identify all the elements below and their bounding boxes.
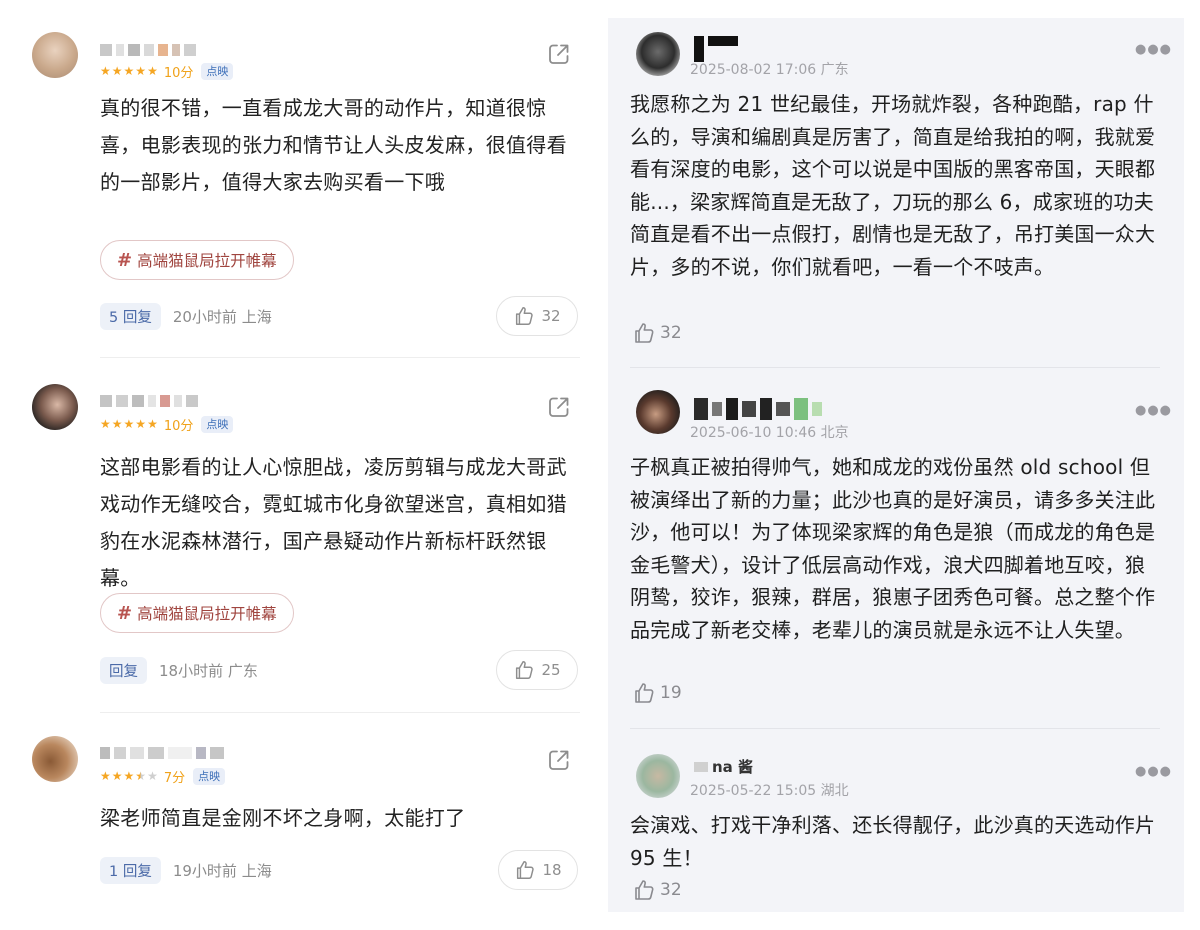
share-icon[interactable] — [546, 41, 572, 67]
star-icon: ★ — [135, 417, 147, 431]
star-icon: ★ — [147, 417, 158, 431]
divider — [630, 728, 1160, 729]
comment-footer: 回复 18小时前 广东 25 — [100, 650, 580, 690]
time-location: 19小时前 上海 — [172, 861, 272, 880]
star-icon: ★ — [123, 64, 135, 78]
like-button[interactable]: 19 — [632, 681, 682, 705]
thumbs-up-icon — [635, 323, 654, 343]
hash-icon: # — [117, 249, 133, 271]
topic-label: 高端猫鼠局拉开帷幕 — [137, 252, 277, 270]
like-count: 19 — [660, 683, 682, 703]
comment-text: 子枫真正被拍得帅气，她和成龙的戏份虽然 old school 但被演绎出了新的力… — [630, 455, 1156, 642]
screening-tag: 点映 — [201, 62, 234, 80]
star-icon: ★ — [111, 769, 123, 783]
star-empty-icon: ★ — [147, 769, 158, 783]
divider — [630, 367, 1160, 368]
replies-button[interactable]: 1 回复 — [100, 856, 161, 884]
star-rating: ★ ★ ★ ★ ★ — [100, 769, 158, 783]
more-dots-icon[interactable]: ●●● — [1135, 764, 1172, 779]
avatar[interactable] — [636, 32, 680, 76]
avatar[interactable] — [636, 390, 680, 434]
post-date: 2025-06-10 10:46 北京 — [690, 425, 849, 441]
like-count: 32 — [660, 323, 682, 343]
comment-text: 梁老师简直是金刚不坏之身啊，太能打了 — [100, 806, 466, 830]
username-blurred[interactable] — [100, 394, 198, 408]
thumbs-up-icon — [516, 661, 534, 679]
score: 10分 — [163, 65, 194, 81]
like-button[interactable]: 18 — [498, 850, 578, 890]
post-date: 2025-08-02 17:06 广东 — [690, 62, 849, 78]
comment-footer: 1 回复 19小时前 上海 18 — [100, 850, 580, 890]
comment-footer: 5 回复 20小时前 上海 32 — [100, 296, 580, 336]
more-dots-icon[interactable]: ●●● — [1135, 42, 1172, 57]
avatar[interactable] — [636, 754, 680, 798]
like-button[interactable]: 32 — [632, 878, 682, 902]
like-count: 25 — [541, 661, 561, 679]
comment-text: 真的很不错，一直看成龙大哥的动作片，知道很惊喜，电影表现的张力和情节让人头皮发麻… — [100, 96, 567, 194]
username-blurred[interactable] — [100, 43, 196, 57]
rating-row: ★ ★ ★ ★ ★ 10分 点映 — [100, 62, 234, 81]
share-icon[interactable] — [546, 747, 572, 773]
username-blurred[interactable] — [100, 746, 224, 760]
rating-row: ★ ★ ★ ★ ★ 10分 点映 — [100, 415, 234, 434]
avatar[interactable] — [32, 736, 78, 782]
star-icon: ★ — [111, 64, 123, 78]
thumbs-up-icon — [635, 683, 654, 703]
star-icon: ★ — [100, 769, 111, 783]
divider — [100, 712, 580, 713]
topic-chip[interactable]: # 高端猫鼠局拉开帷幕 — [100, 240, 294, 280]
comment-text: 会演戏、打戏干净利落、还长得靓仔，此沙真的天选动作片 95 生！ — [630, 813, 1156, 870]
more-dots-icon[interactable]: ●●● — [1135, 403, 1172, 418]
username-blurred[interactable] — [694, 398, 822, 420]
star-icon: ★ — [135, 64, 147, 78]
time-location: 18小时前 广东 — [159, 661, 258, 680]
star-icon: ★ — [123, 417, 135, 431]
star-icon: ★ — [123, 769, 135, 783]
star-icon: ★ — [100, 417, 111, 431]
share-icon[interactable] — [546, 394, 572, 420]
star-icon: ★ — [111, 417, 123, 431]
like-button[interactable]: 32 — [632, 321, 682, 345]
post-date: 2025-05-22 15:05 湖北 — [690, 783, 849, 799]
hash-icon: # — [117, 602, 133, 624]
thumbs-up-icon — [516, 307, 534, 325]
like-button[interactable]: 25 — [496, 650, 578, 690]
rating-row: ★ ★ ★ ★ ★ 7分 点映 — [100, 767, 226, 786]
star-half-icon: ★ — [135, 769, 147, 783]
score: 10分 — [163, 418, 194, 434]
thumbs-up-icon — [635, 880, 654, 900]
username-visible: na 酱 — [712, 758, 754, 776]
like-button[interactable]: 32 — [496, 296, 578, 336]
left-comment-panel: ★ ★ ★ ★ ★ 10分 点映 真的很不错，一直看成龙大哥的动作片，知道很惊喜… — [0, 0, 600, 930]
like-count: 32 — [660, 880, 682, 900]
right-comment-panel: 2025-08-02 17:06 广东 ●●● 我愿称之为 21 世纪最佳，开场… — [608, 18, 1184, 912]
topic-label: 高端猫鼠局拉开帷幕 — [137, 605, 277, 623]
comment-text: 这部电影看的让人心惊胆战，凌厉剪辑与成龙大哥武戏动作无缝咬合，霓虹城市化身欲望迷… — [100, 455, 567, 590]
star-icon: ★ — [147, 64, 158, 78]
replies-button[interactable]: 5 回复 — [100, 302, 161, 330]
thumbs-up-icon — [517, 861, 535, 879]
star-rating: ★ ★ ★ ★ ★ — [100, 64, 158, 78]
time-location: 20小时前 上海 — [172, 307, 272, 326]
divider — [100, 357, 580, 358]
star-rating: ★ ★ ★ ★ ★ — [100, 417, 158, 431]
avatar[interactable] — [32, 384, 78, 430]
like-count: 32 — [541, 307, 561, 325]
screening-tag: 点映 — [193, 767, 226, 785]
star-icon: ★ — [100, 64, 111, 78]
screening-tag: 点映 — [201, 415, 234, 433]
username-partial[interactable]: na 酱 — [694, 756, 753, 777]
comment-text: 我愿称之为 21 世纪最佳，开场就炸裂，各种跑酷，rap 什么的，导演和编剧真是… — [630, 92, 1156, 279]
topic-chip[interactable]: # 高端猫鼠局拉开帷幕 — [100, 593, 294, 633]
replies-button[interactable]: 回复 — [100, 656, 147, 684]
score: 7分 — [163, 770, 186, 786]
avatar[interactable] — [32, 32, 78, 78]
like-count: 18 — [542, 861, 562, 879]
